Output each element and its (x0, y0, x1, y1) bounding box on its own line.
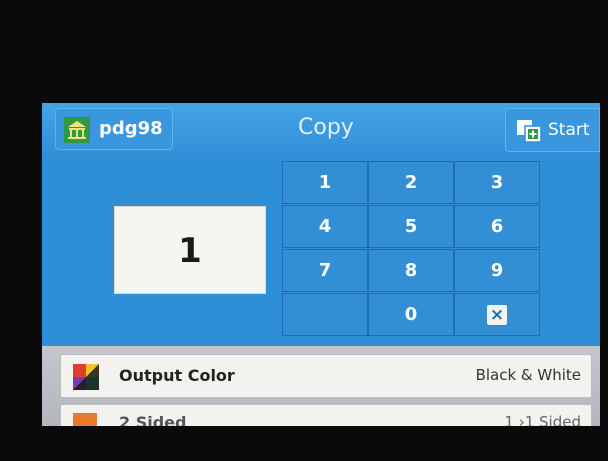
key-6[interactable]: 6 (454, 205, 540, 248)
copy-quantity-value: 1 (178, 231, 202, 271)
key-2[interactable]: 2 (368, 161, 454, 204)
start-label: Start (548, 120, 590, 140)
key-5[interactable]: 5 (368, 205, 454, 248)
key-4[interactable]: 4 (282, 205, 368, 248)
output-color-label: Output Color (119, 366, 235, 385)
two-sided-row[interactable]: 2 Sided 1 ›1 Sided (60, 404, 592, 426)
settings-panel: Output Color Black & White 2 Sided 1 ›1 … (42, 346, 600, 426)
start-button[interactable]: Start (505, 108, 600, 152)
page-title: Copy (298, 115, 354, 140)
user-button[interactable]: pdg98 (55, 108, 173, 150)
key-blank (282, 293, 368, 336)
start-copy-icon (516, 119, 542, 143)
two-sided-label: 2 Sided (119, 413, 187, 426)
copy-quantity-display[interactable]: 1 (114, 206, 266, 294)
key-3[interactable]: 3 (454, 161, 540, 204)
two-sided-value: 1 ›1 Sided (504, 413, 581, 426)
output-color-value: Black & White (475, 366, 581, 384)
clear-x-icon: × (487, 305, 507, 325)
key-0[interactable]: 0 (368, 293, 454, 336)
clear-button[interactable]: × (454, 293, 540, 336)
two-sided-icon (73, 413, 97, 426)
building-icon (64, 117, 90, 143)
user-label: pdg98 (99, 118, 163, 139)
device-screen: pdg98 Copy Start 1 1 2 3 4 5 6 7 8 9 0 ×… (42, 103, 600, 426)
key-1[interactable]: 1 (282, 161, 368, 204)
key-9[interactable]: 9 (454, 249, 540, 292)
top-bar: pdg98 Copy Start (42, 103, 600, 161)
numeric-keypad: 1 2 3 4 5 6 7 8 9 0 × (282, 161, 542, 337)
color-wheel-icon (73, 364, 99, 390)
key-8[interactable]: 8 (368, 249, 454, 292)
key-7[interactable]: 7 (282, 249, 368, 292)
output-color-row[interactable]: Output Color Black & White (60, 354, 592, 398)
